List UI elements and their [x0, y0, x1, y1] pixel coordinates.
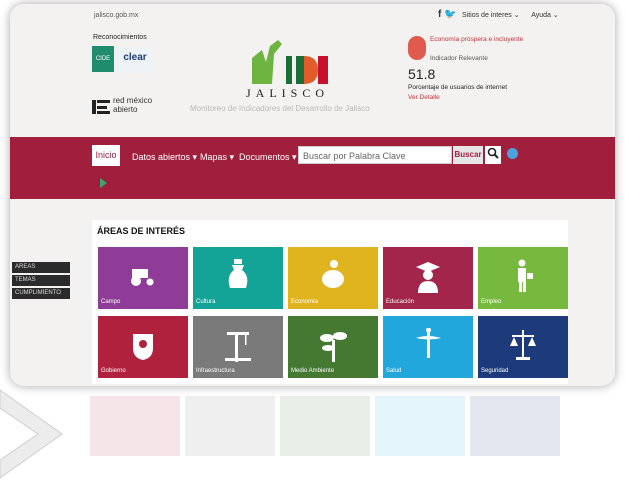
ver-detalle-link[interactable]: Ver Detalle: [408, 94, 440, 101]
clear-logo[interactable]: clear: [116, 47, 154, 73]
red-mexico-text: red méxico abierto: [113, 96, 153, 114]
tile-economía[interactable]: Economía: [288, 247, 378, 309]
areas-title: ÁREAS DE INTERÉS: [97, 226, 186, 236]
tile-reflection: [90, 396, 180, 456]
search-button[interactable]: Buscar: [453, 146, 483, 164]
tile-label: Educación: [386, 299, 415, 305]
tile-infraestructura[interactable]: Infraestructura: [193, 316, 283, 378]
tile-label: Economía: [291, 299, 319, 305]
areas-section: ÁREAS DE INTERÉS Campo Cultura Economía Edu…: [92, 220, 568, 384]
chevron-decoration-icon: [0, 389, 63, 479]
side-menu-cumplimiento[interactable]: CUMPLIMIENTO: [12, 288, 70, 299]
play-icon[interactable]: [100, 178, 107, 188]
tile-salud[interactable]: Salud: [383, 316, 473, 378]
tile-cultura[interactable]: Cultura: [193, 247, 283, 309]
tile-label: Cultura: [196, 299, 216, 305]
tile-educación[interactable]: Educación: [383, 247, 473, 309]
tile-reflection: [375, 396, 465, 456]
nav-documentos[interactable]: Documentos ▾: [239, 152, 297, 163]
mide-logo-icon[interactable]: [238, 32, 328, 94]
reconocimientos-label: Reconocimientos: [93, 34, 147, 41]
indicator-title[interactable]: Economía próspera e incluyente: [430, 35, 530, 44]
tile-label: Campo: [101, 299, 121, 305]
side-menu-temas[interactable]: TEMAS: [12, 275, 70, 286]
indicator-value: 51.8: [408, 66, 436, 82]
mide-subtitle: Monitoreo de Indicadores del Desarrollo …: [190, 104, 370, 113]
nav-datos-abiertos[interactable]: Datos abiertos ▾: [132, 152, 197, 163]
accessibility-icon[interactable]: [507, 148, 518, 159]
search-icon[interactable]: [485, 146, 501, 164]
tile-gobierno[interactable]: Gobierno: [98, 316, 188, 378]
tile-campo[interactable]: Campo: [98, 247, 188, 309]
search-input[interactable]: Buscar por Palabra Clave: [298, 146, 452, 164]
tile-seguridad[interactable]: Seguridad: [478, 316, 568, 378]
tile-medio-ambiente[interactable]: Medio Ambiente: [288, 316, 378, 378]
cide-logo[interactable]: CIDE: [92, 46, 114, 72]
top-bar: jalisco.gob.mx f 🐦 Sitios de interes ⌄ A…: [10, 4, 615, 26]
side-menu-areas[interactable]: AREAS: [12, 262, 70, 273]
nav-mapas[interactable]: Mapas ▾: [200, 152, 234, 163]
site-link[interactable]: jalisco.gob.mx: [94, 12, 138, 19]
header: Reconocimientos CIDE clear red méxico ab…: [10, 26, 615, 141]
browser-frame: jalisco.gob.mx f 🐦 Sitios de interes ⌄ A…: [10, 4, 615, 386]
tile-label: Empleo: [481, 299, 502, 305]
red-mexico-abierto-icon: [92, 100, 110, 114]
top-links: Sitios de interes ⌄ Ayuda ⌄: [462, 11, 569, 19]
indicator-subtitle: Indicador Relevante: [430, 55, 488, 62]
jalisco-label: JALISCO: [246, 86, 330, 100]
tile-label: Salud: [386, 368, 402, 374]
economia-icon: [408, 36, 426, 60]
tile-reflection: [280, 396, 370, 456]
main-nav: Inicio Datos abiertos ▾ Mapas ▾ Document…: [10, 137, 615, 199]
tiles-reflection: [90, 396, 560, 466]
tile-empleo[interactable]: Empleo: [478, 247, 568, 309]
nav-inicio[interactable]: Inicio: [92, 145, 120, 166]
twitter-icon[interactable]: 🐦: [441, 9, 456, 20]
sitios-link[interactable]: Sitios de interes ⌄: [462, 12, 520, 19]
tile-label: Infraestructura: [196, 368, 235, 374]
tile-label: Seguridad: [481, 368, 509, 374]
tile-label: Gobierno: [101, 368, 126, 374]
tile-reflection: [470, 396, 560, 456]
tile-reflection: [185, 396, 275, 456]
indicator-description: Porcentaje de usuarios de internet: [408, 84, 508, 91]
tile-label: Medio Ambiente: [291, 368, 335, 374]
red-mexico-label[interactable]: red méxico abierto: [113, 96, 152, 114]
ayuda-link[interactable]: Ayuda ⌄: [531, 12, 559, 19]
social-icons[interactable]: f 🐦: [438, 9, 457, 20]
